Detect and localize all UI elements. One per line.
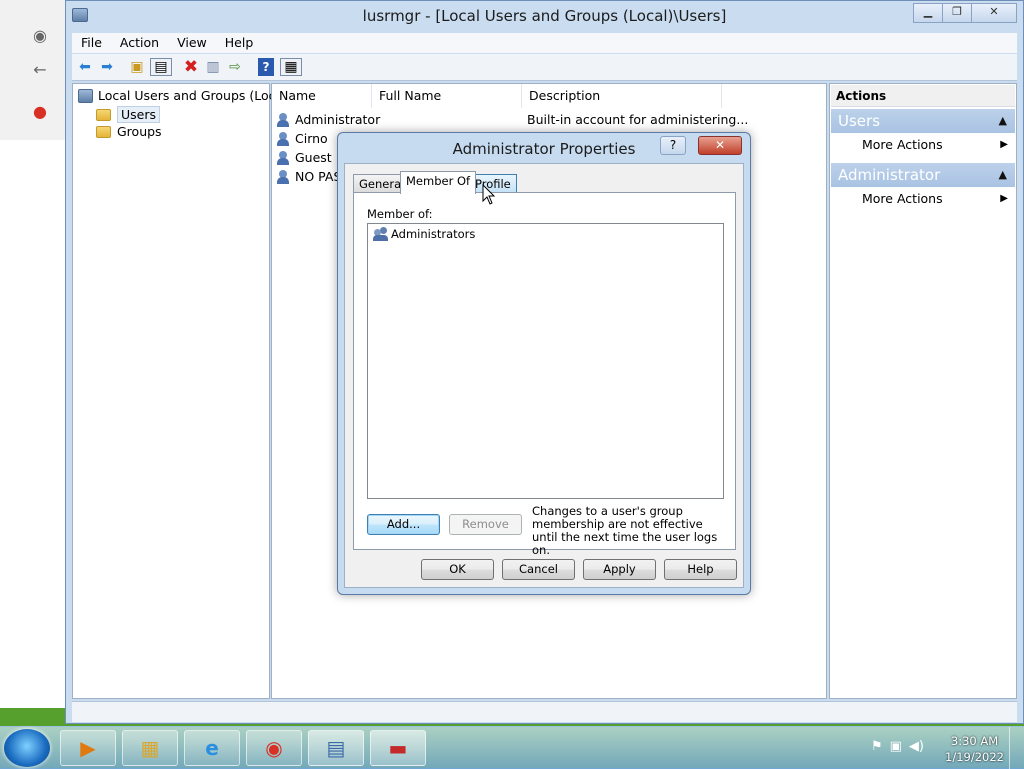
help-icon[interactable]: ? <box>258 58 274 76</box>
background-browser-window[interactable]: ◉ ← ● <box>0 0 67 708</box>
delete-icon[interactable]: ✖ <box>182 57 200 77</box>
remove-button[interactable]: Remove <box>449 514 522 535</box>
more-actions-administrator[interactable]: More Actions ▶ <box>862 189 1008 209</box>
dialog-title: Administrator Properties <box>452 140 636 158</box>
back-icon[interactable]: ⬅ <box>76 58 94 76</box>
actions-section-administrator-title: Administrator <box>838 166 941 184</box>
network-icon[interactable]: ▣ <box>890 739 902 754</box>
administrator-properties-dialog: Administrator Properties ? ✕ General Mem… <box>337 132 751 595</box>
ok-button[interactable]: OK <box>421 559 494 580</box>
collapse-icon[interactable]: ▲ <box>999 163 1007 187</box>
member-of-panel: Member of: Administrators Add... Remove … <box>353 192 736 557</box>
tree-item-groups[interactable]: Groups <box>96 124 162 139</box>
mouse-cursor-icon <box>482 184 496 205</box>
action-pane-icon[interactable]: ▦ <box>280 58 302 76</box>
file-explorer-icon[interactable]: ▦ <box>122 730 178 766</box>
more-actions-users[interactable]: More Actions ▶ <box>862 135 1008 155</box>
start-button[interactable] <box>4 729 50 767</box>
toolbar: ⬅ ➡ ▣ ▤ ✖ ▥ ⇨ ? ▦ <box>72 54 1017 81</box>
membership-note: Changes to a user's group membership are… <box>532 504 718 557</box>
maximize-button[interactable]: ❐ <box>942 3 972 23</box>
show-hide-tree-icon[interactable]: ▤ <box>150 58 172 76</box>
actions-section-users-title: Users <box>838 112 881 130</box>
computer-management-icon[interactable]: ▤ <box>308 730 364 766</box>
column-header-description[interactable]: Description <box>522 84 722 108</box>
user-description: Built-in account for administering... <box>527 112 749 127</box>
tree-root[interactable]: Local Users and Groups (Local) <box>78 88 292 103</box>
tab-member-of[interactable]: Member Of <box>400 171 477 194</box>
tree-item-groups-label: Groups <box>117 124 162 139</box>
console-tree: Local Users and Groups (Local) Users Gro… <box>72 83 292 699</box>
user-name: Cirno <box>295 131 328 146</box>
menu-file[interactable]: File <box>72 33 111 53</box>
actions-header: Actions <box>831 85 1015 107</box>
clock-date: 1/19/2022 <box>945 750 1004 764</box>
user-name: Guest <box>295 150 332 165</box>
help-button[interactable]: Help <box>664 559 737 580</box>
media-player-icon[interactable]: ▶ <box>60 730 116 766</box>
user-name: NO PAS <box>295 169 342 184</box>
group-name: Administrators <box>391 227 476 241</box>
list-item-administrators[interactable]: Administrators <box>373 227 475 241</box>
title-bar[interactable]: lusrmgr - [Local Users and Groups (Local… <box>66 1 1023 31</box>
add-button[interactable]: Add... <box>367 514 440 535</box>
computer-icon <box>78 88 93 103</box>
toolbox-icon[interactable]: ▬ <box>370 730 426 766</box>
menu-action[interactable]: Action <box>111 33 168 53</box>
actions-pane: Actions Users ▲ More Actions ▶ Administr… <box>829 83 1017 699</box>
menu-view[interactable]: View <box>168 33 216 53</box>
minimize-button[interactable]: ▁ <box>913 3 943 23</box>
caption-buttons: ▁ ❐ ✕ <box>913 3 1017 23</box>
volume-icon[interactable]: ◀) <box>909 739 924 754</box>
close-button[interactable]: ✕ <box>971 3 1017 23</box>
clock[interactable]: 3:30 AM 1/19/2022 <box>945 733 1004 765</box>
up-folder-icon[interactable]: ▣ <box>128 58 146 76</box>
internet-explorer-icon[interactable]: e <box>184 730 240 766</box>
more-actions-label: More Actions <box>862 137 943 152</box>
tree-item-users[interactable]: Users <box>96 106 161 123</box>
list-row-administrator[interactable]: Administrator Built-in account for admin… <box>276 110 824 129</box>
cancel-button[interactable]: Cancel <box>502 559 575 580</box>
apply-button[interactable]: Apply <box>583 559 656 580</box>
column-header-full-name[interactable]: Full Name <box>372 84 522 108</box>
user-icon <box>276 131 291 146</box>
collapse-icon[interactable]: ▲ <box>999 109 1007 133</box>
tree-root-label: Local Users and Groups (Local) <box>98 88 292 103</box>
more-actions-label: More Actions <box>862 191 943 206</box>
properties-icon[interactable]: ▥ <box>204 58 222 76</box>
member-of-list[interactable]: Administrators <box>367 223 724 499</box>
status-bar <box>72 701 1017 722</box>
dialog-body: General Member Of Profile Member of: Adm… <box>344 163 744 588</box>
system-tray: ⚑ ▣ ◀) <box>871 739 924 754</box>
submenu-arrow-icon: ▶ <box>1000 193 1008 204</box>
chrome-icon[interactable]: ◉ <box>30 26 50 46</box>
actions-section-administrator[interactable]: Administrator ▲ <box>831 163 1015 187</box>
chrome-taskbar-icon[interactable]: ◉ <box>246 730 302 766</box>
column-header-name[interactable]: Name <box>272 84 372 108</box>
export-icon[interactable]: ⇨ <box>226 58 244 76</box>
back-arrow-icon[interactable]: ← <box>30 60 50 80</box>
dialog-help-button[interactable]: ? <box>660 136 686 155</box>
action-center-flag-icon[interactable]: ⚑ <box>871 739 883 754</box>
member-of-label: Member of: <box>367 207 433 221</box>
menu-bar: File Action View Help <box>72 33 1017 53</box>
user-disabled-icon <box>276 150 291 165</box>
chrome-tab-icon[interactable]: ● <box>30 102 50 122</box>
user-name: Administrator <box>295 112 381 127</box>
forward-icon[interactable]: ➡ <box>98 58 116 76</box>
submenu-arrow-icon: ▶ <box>1000 139 1008 150</box>
group-icon <box>373 227 389 241</box>
show-desktop-button[interactable] <box>1009 727 1024 769</box>
folder-icon <box>96 125 111 138</box>
user-icon <box>276 169 291 184</box>
window-title: lusrmgr - [Local Users and Groups (Local… <box>362 7 727 25</box>
actions-section-users[interactable]: Users ▲ <box>831 109 1015 133</box>
clock-time: 3:30 AM <box>950 734 999 748</box>
folder-icon <box>96 108 111 121</box>
menu-help[interactable]: Help <box>216 33 263 53</box>
tree-item-users-label: Users <box>117 106 161 123</box>
taskbar: ▶ ▦ e ◉ ▤ ▬ ⚑ ▣ ◀) 3:30 AM 1/19/2022 <box>0 726 1024 769</box>
user-icon <box>276 112 291 127</box>
dialog-close-button[interactable]: ✕ <box>698 136 742 155</box>
